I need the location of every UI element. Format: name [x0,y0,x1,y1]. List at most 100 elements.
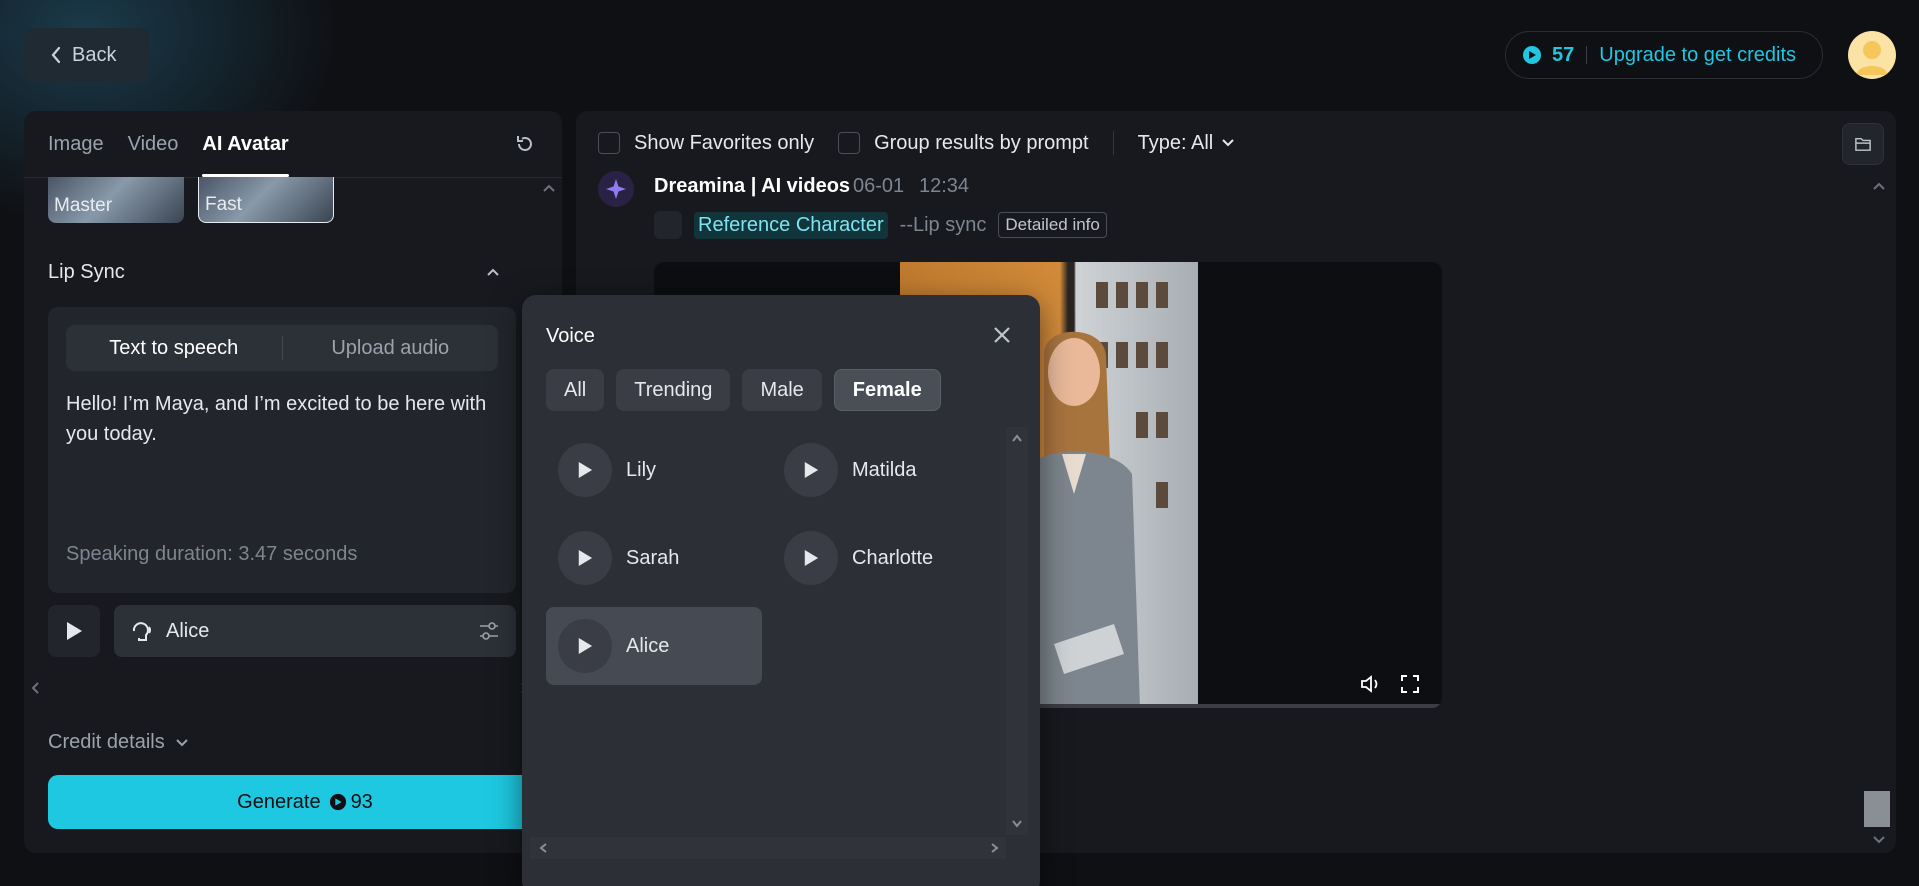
preview-voice-button[interactable] [48,605,100,657]
speech-text-input[interactable]: Hello! I’m Maya, and I’m excited to be h… [66,389,498,449]
credits-separator [1586,46,1588,64]
voice-item-lily[interactable]: Lily [546,431,762,509]
window-pane [1156,412,1168,438]
tab-image[interactable]: Image [48,111,104,177]
window-pane [1156,482,1168,508]
user-icon [1856,41,1888,75]
tab-ai-avatar[interactable]: AI Avatar [202,111,290,177]
dreamina-logo-icon [598,171,634,207]
model-label: Fast [205,194,242,215]
reference-thumbnail[interactable] [654,211,682,239]
chevron-left-icon[interactable] [538,842,548,854]
type-filter-dropdown[interactable]: Type: All [1138,132,1236,155]
credits-count: 57 [1552,43,1575,66]
credit-coin-icon [329,793,346,811]
chevron-down-icon[interactable] [1872,835,1886,845]
feed-source-title: Dreamina | AI videos [654,175,851,197]
favorites-label: Show Favorites only [634,131,815,154]
voice-filter-female[interactable]: Female [833,369,941,411]
group-by-prompt-checkbox[interactable]: Group results by prompt [838,132,1089,155]
lip-sync-mode-switch: Text to speech Upload audio [66,325,498,371]
play-icon[interactable] [784,531,838,585]
feed-time: 12:34 [919,175,970,197]
upgrade-link[interactable]: Upgrade to get credits [1599,44,1796,67]
tab-video[interactable]: Video [128,111,179,177]
window-pane [1096,282,1108,308]
scrollbar-thumb[interactable] [1864,791,1890,827]
upload-audio-option[interactable]: Upload audio [283,337,499,360]
group-label: Group results by prompt [874,131,1089,154]
voice-selector[interactable]: Alice [114,605,516,657]
chevron-down-icon [176,738,188,746]
chevron-up-icon[interactable] [486,267,500,277]
back-button[interactable]: Back [24,28,150,82]
checkbox-box [598,132,620,154]
favorites-checkbox[interactable]: Show Favorites only [598,132,814,155]
voice-picker-popup: Voice All Trending Male Female Lily Mati… [522,295,1040,886]
filter-separator [1112,131,1114,155]
feed-date: 06-01 [853,175,905,197]
generator-panel: Image Video AI Avatar Master Fast Lip Sy… [24,111,562,853]
voice-item-alice[interactable]: Alice [546,607,762,685]
chevron-left-icon[interactable] [30,681,40,695]
credits-pill[interactable]: 57 Upgrade to get credits [1505,31,1823,79]
generate-label: Generate [237,790,321,813]
mode-tabs: Image Video AI Avatar [48,111,290,177]
generate-credits: 93 [350,790,373,813]
voice-name: Matilda [852,458,917,481]
text-to-speech-option[interactable]: Text to speech [66,337,282,360]
results-filters: Show Favorites only Group results by pro… [598,111,1235,175]
volume-icon[interactable] [1360,674,1384,694]
chevron-up-icon[interactable] [1011,433,1023,443]
chevron-right-icon[interactable] [990,842,1000,854]
play-icon[interactable] [558,531,612,585]
voice-name: Lily [626,458,657,481]
voice-item-sarah[interactable]: Sarah [546,519,762,597]
chevron-up-icon[interactable] [1872,181,1886,191]
voice-list-vertical-scrollbar[interactable] [1006,427,1028,835]
credit-coin-icon [1523,46,1541,64]
folder-icon [1855,137,1871,151]
model-label: Master [54,195,113,216]
chevron-left-icon [51,46,61,64]
voice-name: Alice [626,634,670,657]
voice-filter-all[interactable]: All [546,369,605,411]
reset-icon[interactable] [514,133,536,155]
reference-character-tag[interactable]: Reference Character [694,211,888,239]
play-icon[interactable] [558,443,612,497]
type-label: Type: All [1137,131,1214,154]
generate-button[interactable]: Generate 93 [48,775,562,829]
lip-sync-tag: --Lip sync [899,213,987,236]
detailed-info-button[interactable]: Detailed info [998,212,1107,238]
settings-sliders-icon[interactable] [478,620,500,642]
lip-sync-card: Text to speech Upload audio Hello! I’m M… [48,307,516,593]
voice-filter-male[interactable]: Male [742,369,822,411]
checkbox-box [838,132,861,154]
speaking-duration: Speaking duration: 3.47 seconds [66,543,358,565]
lip-sync-title: Lip Sync [48,261,125,283]
avatar[interactable] [1848,31,1896,79]
voice-list-horizontal-scrollbar[interactable] [530,837,1006,859]
model-option-master[interactable]: Master [48,177,184,223]
voice-filter-trending[interactable]: Trending [616,369,731,411]
credit-details-label: Credit details [48,731,165,753]
voice-name: Charlotte [852,546,934,569]
play-icon [67,622,82,640]
voice-item-charlotte[interactable]: Charlotte [772,519,988,597]
play-icon[interactable] [558,619,612,673]
folder-button[interactable] [1842,123,1884,165]
voice-filter-chips: All Trending Male Female [546,369,941,411]
model-option-fast[interactable]: Fast [198,177,334,223]
chevron-down-icon [1222,139,1234,147]
chevron-up-icon[interactable] [542,183,556,193]
fullscreen-icon[interactable] [1400,674,1420,694]
voice-item-matilda[interactable]: Matilda [772,431,988,509]
voice-popup-title: Voice [546,325,595,347]
credit-details-toggle[interactable]: Credit details [48,731,189,754]
close-icon[interactable] [992,325,1012,345]
chevron-down-icon[interactable] [1011,819,1023,829]
generate-credit-cost: 93 [329,791,373,814]
play-icon[interactable] [784,443,838,497]
voice-name: Sarah [626,546,680,569]
window-pane [1156,282,1168,308]
